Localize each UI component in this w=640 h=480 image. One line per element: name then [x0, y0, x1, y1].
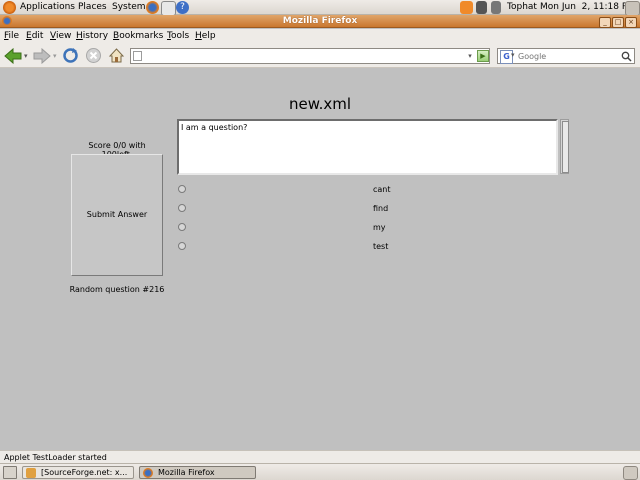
page-title-text: new.xml [288, 95, 352, 113]
home-icon[interactable] [108, 47, 125, 64]
username-label[interactable]: Tophat [507, 2, 537, 12]
clock[interactable]: Mon Jun 2, 11:18 PM [540, 2, 635, 12]
url-dropdown-icon[interactable]: ▾ [465, 49, 475, 63]
forward-arrow-icon[interactable] [33, 48, 51, 64]
random-question-label: Random question #216 [69, 285, 165, 294]
update-notifier-icon[interactable] [460, 1, 473, 14]
option-label-test[interactable]: test [373, 242, 388, 251]
bottom-panel: [SourceForge.net: x... Mozilla Firefox [0, 463, 640, 480]
page-icon [133, 51, 142, 61]
mail-launcher-icon[interactable] [161, 1, 176, 16]
option-radio-my[interactable] [178, 223, 186, 231]
quit-icon[interactable] [625, 1, 640, 16]
stop-icon[interactable] [85, 47, 102, 64]
ubuntu-logo-icon[interactable] [3, 1, 16, 14]
firefox-window-icon [143, 468, 153, 478]
url-bar[interactable]: ▾ ▶ [130, 48, 490, 64]
window-title: Mozilla Firefox [282, 16, 358, 26]
option-label-find[interactable]: find [373, 204, 388, 213]
menu-history[interactable]: History [76, 31, 108, 41]
menubar: File Edit View History Bookmarks Tools H… [0, 29, 640, 44]
search-bar[interactable]: G ▾ [497, 48, 635, 64]
option-label-my[interactable]: my [373, 223, 386, 232]
taskbar-item-sourceforge[interactable]: [SourceForge.net: x... [22, 466, 134, 479]
back-arrow-icon[interactable] [4, 48, 22, 64]
menu-help[interactable]: Help [195, 31, 216, 41]
firefox-launcher-icon[interactable] [146, 1, 159, 14]
question-scrollbar[interactable] [560, 119, 569, 174]
taskbar-label: Mozilla Firefox [158, 468, 215, 477]
network-icon[interactable] [476, 1, 487, 14]
menu-tools[interactable]: Tools [167, 31, 189, 41]
submit-answer-button[interactable]: Submit Answer [71, 154, 163, 276]
maximize-button[interactable]: □ [612, 17, 624, 28]
menu-file[interactable]: File [4, 31, 19, 41]
places-menu[interactable]: Places [78, 2, 107, 12]
reload-icon[interactable] [62, 47, 79, 64]
menu-edit[interactable]: Edit [26, 31, 43, 41]
volume-icon[interactable] [491, 1, 501, 14]
system-menu[interactable]: System [112, 2, 146, 12]
window-titlebar[interactable]: Mozilla Firefox _ □ × [0, 15, 640, 28]
question-textarea[interactable]: I am a question? [177, 119, 558, 175]
minimize-button[interactable]: _ [599, 17, 611, 28]
option-radio-find[interactable] [178, 204, 186, 212]
sourceforge-window-icon [26, 468, 36, 478]
show-desktop-icon[interactable] [3, 466, 17, 479]
search-engine-dropdown-icon[interactable]: ▾ [511, 51, 515, 59]
option-radio-cant[interactable] [178, 185, 186, 193]
status-bar: Applet TestLoader started [0, 450, 640, 463]
search-magnifier-icon[interactable] [621, 51, 632, 62]
search-input[interactable] [518, 50, 618, 62]
menu-view[interactable]: View [50, 31, 71, 41]
close-button[interactable]: × [625, 17, 637, 28]
help-launcher-icon[interactable]: ? [176, 1, 189, 14]
menu-bookmarks[interactable]: Bookmarks [113, 31, 163, 41]
option-label-cant[interactable]: cant [373, 185, 391, 194]
applications-menu[interactable]: Applications [20, 2, 75, 12]
option-radio-test[interactable] [178, 242, 186, 250]
status-text: Applet TestLoader started [4, 453, 107, 462]
taskbar-item-firefox[interactable]: Mozilla Firefox [139, 466, 256, 479]
scrollbar-thumb[interactable] [562, 121, 569, 173]
top-panel: Applications Places System ? Tophat Mon … [0, 0, 640, 16]
forward-history-dropdown-icon[interactable]: ▾ [53, 52, 57, 60]
back-history-dropdown-icon[interactable]: ▾ [24, 52, 28, 60]
page-title: new.xml [0, 95, 640, 113]
taskbar-label: [SourceForge.net: x... [41, 468, 128, 477]
trash-icon[interactable] [623, 466, 638, 480]
go-icon[interactable]: ▶ [477, 50, 489, 62]
